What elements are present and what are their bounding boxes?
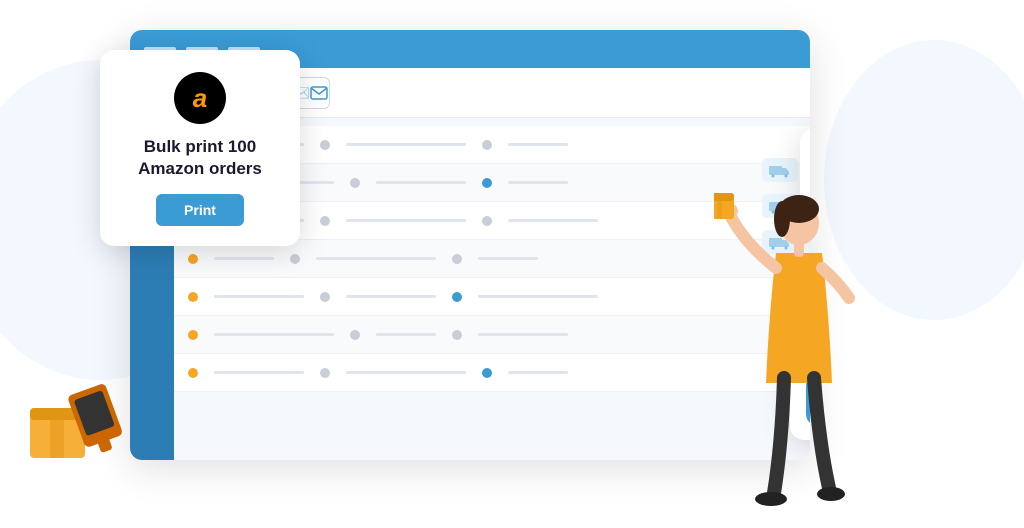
row-dot	[320, 368, 330, 378]
row-line	[508, 181, 568, 184]
row-dot	[320, 216, 330, 226]
row-dot	[482, 368, 492, 378]
row-dot	[452, 330, 462, 340]
row-line	[316, 257, 436, 260]
row-line	[346, 371, 466, 374]
row-dot	[350, 330, 360, 340]
row-dot	[482, 178, 492, 188]
row-dot	[482, 140, 492, 150]
row-line	[214, 295, 304, 298]
popup-print: a Bulk print 100 Amazon orders Print	[100, 50, 300, 246]
row-dot	[350, 178, 360, 188]
row-line	[346, 219, 466, 222]
row-line	[478, 257, 538, 260]
amazon-letter: a	[193, 83, 207, 114]
amazon-logo: a	[174, 72, 226, 124]
mini-truck-1	[762, 158, 798, 182]
row-dot	[290, 254, 300, 264]
row-line	[508, 371, 568, 374]
print-button[interactable]: Print	[156, 194, 244, 226]
row-dot	[452, 292, 462, 302]
row-line	[478, 295, 598, 298]
row-line	[376, 181, 466, 184]
decor-boxes	[20, 368, 140, 483]
row-line	[214, 333, 334, 336]
row-line	[376, 333, 436, 336]
row-dot	[320, 292, 330, 302]
row-line	[508, 143, 568, 146]
row-dot	[320, 140, 330, 150]
person-figure	[714, 183, 874, 523]
row-dot	[188, 254, 198, 264]
row-line	[214, 257, 274, 260]
row-dot	[452, 254, 462, 264]
row-dot	[188, 292, 198, 302]
row-dot	[188, 368, 198, 378]
row-dot	[188, 330, 198, 340]
row-dot	[482, 216, 492, 226]
row-line	[478, 333, 568, 336]
row-line	[346, 295, 436, 298]
popup-print-title: Bulk print 100 Amazon orders	[120, 136, 280, 180]
scene: Ship orders Manage Returns	[0, 0, 1024, 513]
row-line	[346, 143, 466, 146]
row-line	[508, 219, 598, 222]
row-line	[214, 371, 304, 374]
